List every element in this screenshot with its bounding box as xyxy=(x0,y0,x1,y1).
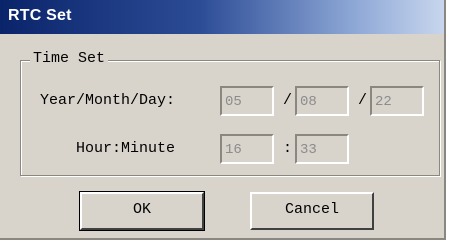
year-field[interactable]: 05 xyxy=(220,86,274,116)
cancel-button[interactable]: Cancel xyxy=(250,192,374,230)
year-month-day-label: Year/Month/Day: xyxy=(40,92,176,109)
dialog-title: RTC Set xyxy=(8,7,72,24)
day-field[interactable]: 22 xyxy=(370,86,424,116)
hour-minute-label: Hour:Minute xyxy=(76,140,176,157)
minute-field[interactable]: 33 xyxy=(295,134,349,164)
rtc-set-dialog: RTC Set Time Set Year/Month/Day: 05 / 08… xyxy=(0,0,446,240)
hour-field[interactable]: 16 xyxy=(220,134,274,164)
ok-button[interactable]: OK xyxy=(79,191,205,231)
time-set-group-label: Time Set xyxy=(30,50,109,68)
title-bar[interactable]: RTC Set xyxy=(0,0,444,34)
time-separator: : xyxy=(283,140,293,157)
date-separator-2: / xyxy=(358,92,368,109)
month-field[interactable]: 08 xyxy=(295,86,349,116)
date-separator-1: / xyxy=(283,92,293,109)
